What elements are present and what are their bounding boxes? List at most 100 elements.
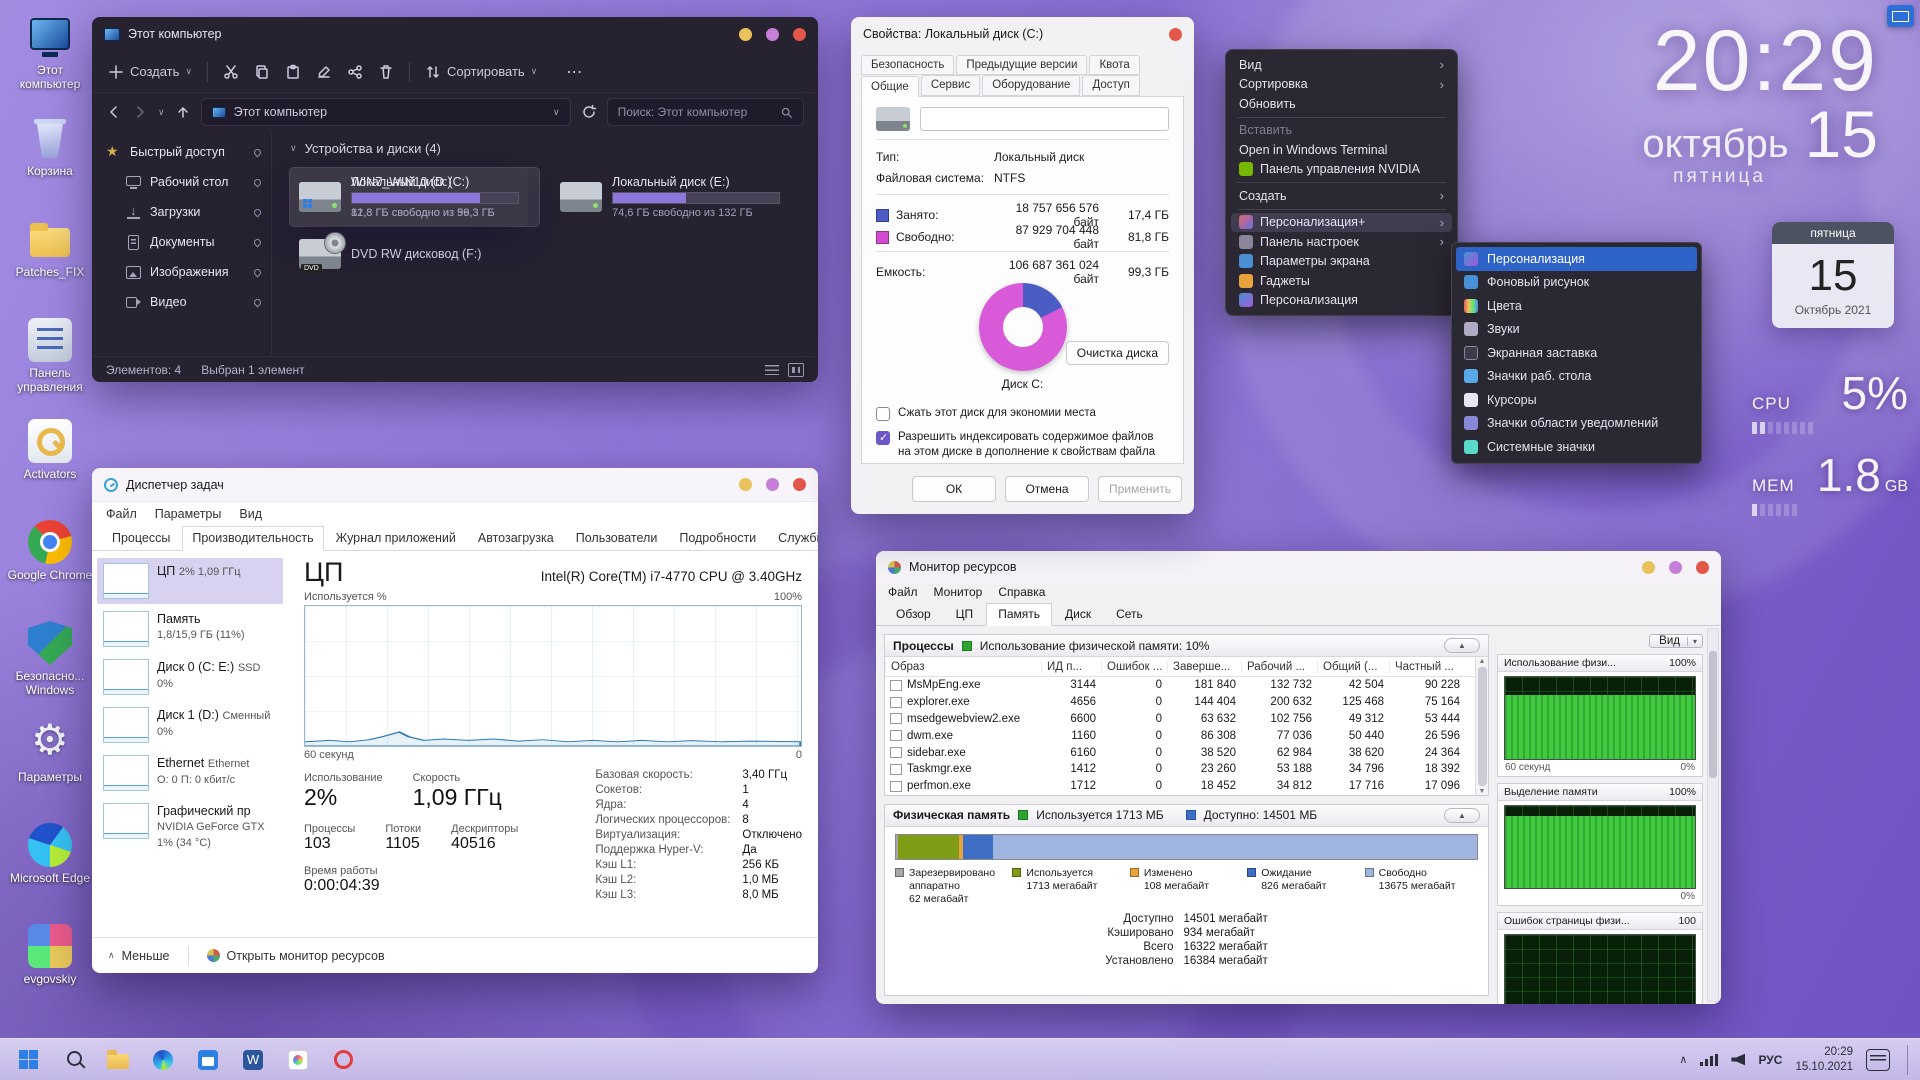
start-button[interactable]	[8, 1042, 48, 1078]
submenu-item[interactable]: Звуки	[1456, 318, 1697, 342]
sidebar-item[interactable]: Видео	[92, 287, 271, 317]
column-header[interactable]: Частный ...	[1389, 661, 1465, 673]
desktop-icon[interactable]: Google Chrome	[6, 515, 94, 616]
context-menu-item[interactable]: Вид ›	[1231, 55, 1452, 75]
drives-section-header[interactable]: ∨ Устройства и диски (4)	[290, 141, 800, 156]
column-header[interactable]: Общий (...	[1317, 661, 1389, 673]
address-bar[interactable]: Этот компьютер ∨	[201, 98, 571, 126]
menu-item[interactable]: Монитор	[934, 585, 983, 599]
maximize-button[interactable]	[766, 478, 779, 491]
show-desktop-button[interactable]	[1907, 1045, 1912, 1075]
context-menu-item[interactable]: Вставить ›	[1231, 121, 1452, 141]
compress-checkbox[interactable]	[876, 407, 890, 421]
performance-sidebar-item[interactable]: Память 1,8/15,9 ГБ (11%)	[97, 606, 283, 652]
desktop-icon[interactable]: Microsoft Edge	[6, 818, 94, 919]
properties-tab[interactable]: Предыдущие версии	[956, 55, 1087, 75]
context-menu-item[interactable]: Open in Windows Terminal ›	[1231, 140, 1452, 160]
properties-tab[interactable]: Сервис	[921, 75, 980, 96]
sidebar-item[interactable]: Загрузки	[92, 197, 271, 227]
disk-cleanup-button[interactable]: Очистка диска	[1066, 341, 1169, 365]
maximize-button[interactable]	[1669, 561, 1682, 574]
menu-item[interactable]: Параметры	[155, 507, 222, 521]
sidebar-item[interactable]: Быстрый доступ	[92, 137, 271, 167]
properties-tab[interactable]: Квота	[1089, 55, 1139, 75]
volume-icon[interactable]	[1731, 1054, 1745, 1066]
refresh-button[interactable]	[581, 104, 597, 120]
submenu-item[interactable]: Системные значки	[1456, 435, 1697, 459]
resource-monitor-titlebar[interactable]: Монитор ресурсов	[876, 551, 1721, 583]
desktop-icon[interactable]: Параметры	[6, 717, 94, 818]
context-menu-item[interactable]: Персонализация+ ›	[1231, 213, 1452, 233]
paste-button[interactable]	[285, 64, 301, 80]
task-manager-tab[interactable]: Производительность	[182, 526, 323, 551]
process-checkbox[interactable]	[890, 697, 902, 708]
sort-button[interactable]: Сортировать ∨	[425, 64, 537, 80]
dialog-button[interactable]: ОК	[912, 476, 996, 502]
back-button[interactable]	[106, 104, 122, 120]
close-button[interactable]	[1169, 28, 1182, 41]
minimize-button[interactable]	[1642, 561, 1655, 574]
properties-titlebar[interactable]: Свойства: Локальный диск (С:)	[851, 17, 1194, 51]
open-resource-monitor-link[interactable]: Открыть монитор ресурсов	[207, 949, 385, 963]
context-menu-item[interactable]: Параметры экрана ›	[1231, 252, 1452, 272]
copy-button[interactable]	[254, 64, 270, 80]
column-header[interactable]: Заверше...	[1167, 661, 1241, 673]
menu-item[interactable]: Вид	[239, 507, 262, 521]
rename-button[interactable]	[316, 64, 332, 80]
column-header[interactable]: ИД п...	[1041, 661, 1101, 673]
process-checkbox[interactable]	[890, 764, 902, 775]
collapse-section-button[interactable]: ▲	[1444, 808, 1480, 823]
desktop-icon[interactable]: Панель управления	[6, 313, 94, 414]
processes-scrollbar[interactable]: ▲▼	[1475, 658, 1488, 795]
properties-tab[interactable]: Безопасность	[861, 55, 954, 75]
recent-locations-button[interactable]: ∨	[158, 107, 165, 118]
process-row[interactable]: explorer.exe 4656 0 144 404 200 632 125 …	[885, 694, 1475, 711]
desktop-icon[interactable]: Activators	[6, 414, 94, 515]
context-menu-item[interactable]: Обновить ›	[1231, 94, 1452, 114]
context-menu-item[interactable]: Создать ›	[1231, 186, 1452, 206]
delete-button[interactable]	[378, 64, 394, 80]
context-menu-item[interactable]: ›	[1237, 182, 1446, 183]
desktop-icon[interactable]: Patches_FIX	[6, 212, 94, 313]
performance-sidebar-item[interactable]: Диск 0 (C: E:) SSD 0%	[97, 654, 283, 700]
taskbar-opera-button[interactable]	[323, 1042, 363, 1078]
process-row[interactable]: msedgewebview2.exe 6600 0 63 632 102 756…	[885, 711, 1475, 728]
process-row[interactable]: Taskmgr.exe 1412 0 23 260 53 188 34 796 …	[885, 761, 1475, 778]
dialog-button[interactable]: Применить	[1098, 476, 1182, 502]
maximize-button[interactable]	[766, 28, 779, 41]
desktop-icon[interactable]: evgovskiy	[6, 919, 94, 1020]
sidebar-item[interactable]: Рабочий стол	[92, 167, 271, 197]
process-checkbox[interactable]	[890, 747, 902, 758]
menu-item[interactable]: Файл	[106, 507, 137, 521]
task-manager-tab[interactable]: Журнал приложений	[326, 526, 466, 550]
column-header[interactable]: Рабочий ...	[1241, 661, 1317, 673]
performance-sidebar-item[interactable]: ЦП 2% 1,09 ГГц	[97, 558, 283, 604]
drive-item[interactable]: WIN7_WIN10 (D:) 12,8 ГБ свободно из 56,3…	[290, 168, 528, 226]
tray-clock[interactable]: 20:29 15.10.2021	[1795, 1045, 1853, 1075]
task-manager-titlebar[interactable]: Диспетчер задач	[92, 468, 818, 502]
desktop-icon[interactable]: Корзина	[6, 111, 94, 212]
process-checkbox[interactable]	[890, 680, 902, 691]
properties-tab[interactable]: Оборудование	[982, 75, 1080, 96]
task-manager-tab[interactable]: Автозагрузка	[468, 526, 564, 550]
collapse-section-button[interactable]: ▲	[1444, 638, 1480, 653]
volume-label-input[interactable]	[920, 107, 1169, 131]
taskbar-file-explorer-button[interactable]	[98, 1042, 138, 1078]
language-indicator[interactable]: РУС	[1758, 1053, 1782, 1067]
submenu-item[interactable]: Экранная заставка	[1456, 341, 1697, 365]
minimize-button[interactable]	[739, 28, 752, 41]
more-button[interactable]: ⋯	[566, 62, 582, 82]
menu-item[interactable]: Файл	[888, 585, 918, 599]
drive-item[interactable]: Локальный диск (E:) 74,6 ГБ свободно из …	[551, 168, 800, 226]
tray-overflow-button[interactable]: ∧	[1679, 1053, 1687, 1066]
input-indicator-icon[interactable]	[1887, 5, 1914, 27]
context-menu-item[interactable]: Гаджеты ›	[1231, 271, 1452, 291]
desktop-icon[interactable]: Безопасно... Windows	[6, 616, 94, 717]
drive-item[interactable]: DVD RW дисковод (F:)	[290, 232, 539, 276]
task-manager-tab[interactable]: Процессы	[102, 526, 180, 550]
sidebar-item[interactable]: Изображения	[92, 257, 271, 287]
properties-tab[interactable]: Доступ	[1082, 75, 1139, 96]
share-button[interactable]	[347, 64, 363, 80]
performance-sidebar-item[interactable]: Ethernet Ethernet О: 0 П: 0 кбит/с	[97, 750, 283, 796]
close-button[interactable]	[793, 478, 806, 491]
